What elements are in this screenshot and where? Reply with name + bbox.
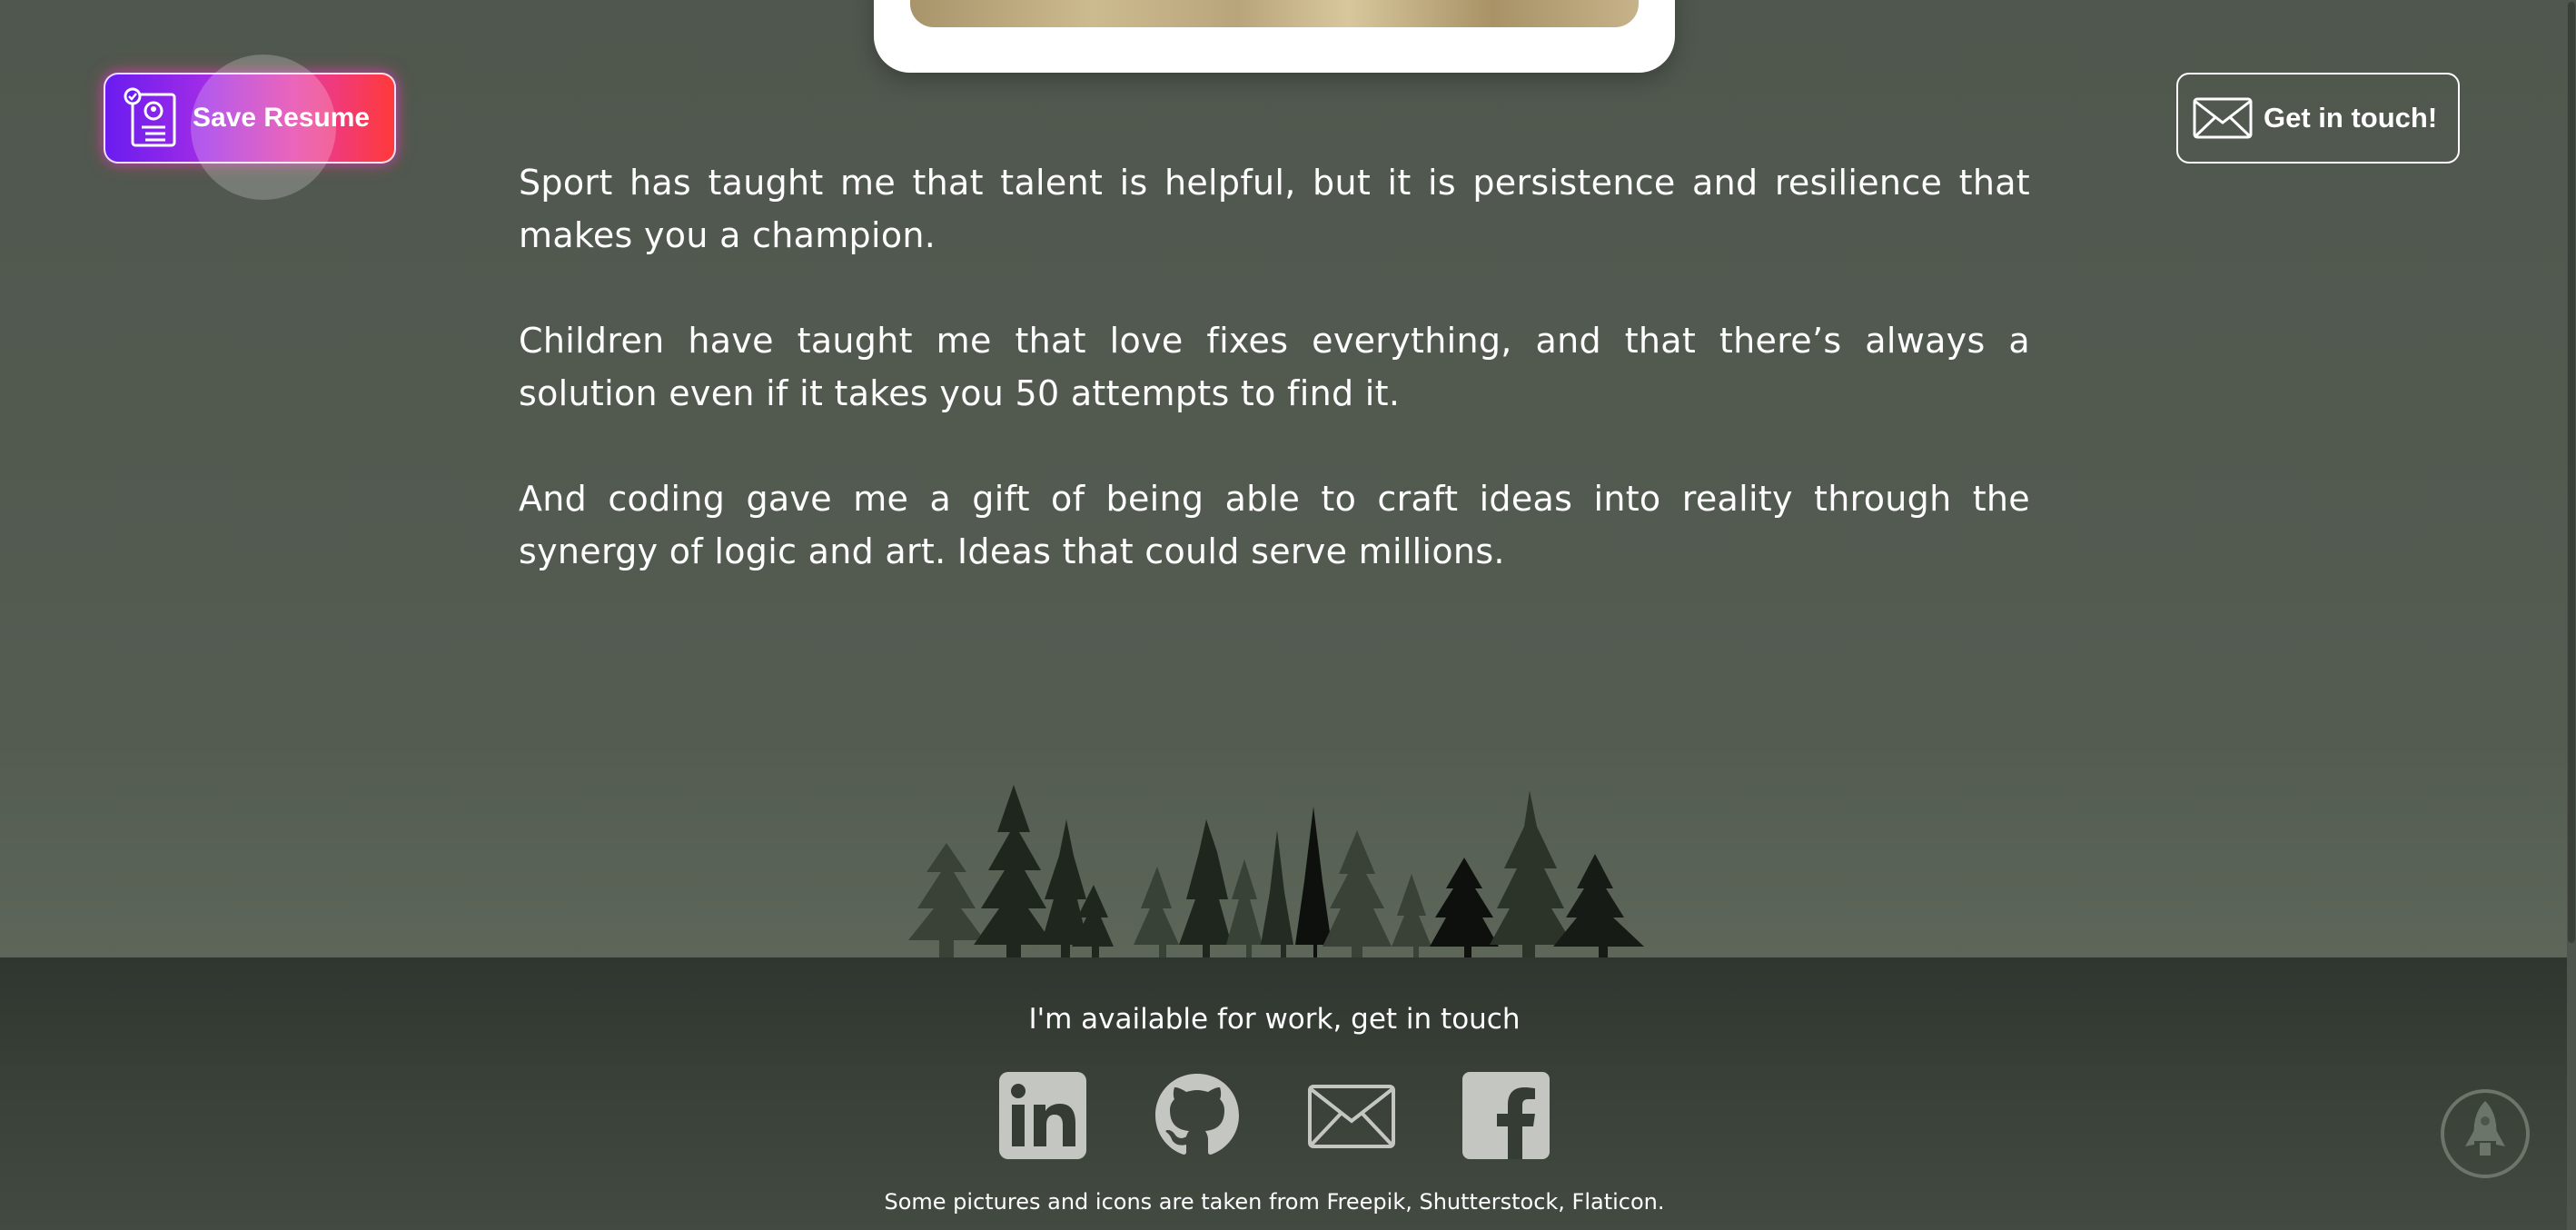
resume-icon [124,87,176,147]
paragraph-children: Children have taught me that love fixes … [519,321,2030,413]
scrollbar-thumb[interactable] [2568,2,2575,943]
save-resume-button[interactable]: Save Resume [104,55,396,200]
linkedin-icon[interactable] [999,1072,1086,1159]
mail-icon [2193,97,2253,139]
about-text: Sport has taught me that talent is helpf… [519,156,2030,630]
availability-text: I'm available for work, get in touch [1028,1003,1521,1036]
get-in-touch-label: Get in touch! [2264,102,2438,134]
paragraph-coding: And coding gave me a gift of being able … [519,479,2030,571]
footer: I'm available for work, get in touch Som… [0,957,2576,1230]
profile-photo [910,0,1639,27]
scroll-to-top-rocket-icon[interactable] [2440,1088,2531,1179]
save-resume-label: Save Resume [193,103,371,133]
paragraph-sport: Sport has taught me that talent is helpf… [519,163,2030,255]
github-icon[interactable] [1154,1072,1241,1159]
facebook-icon[interactable] [1462,1072,1550,1159]
forest-silhouette [908,785,1644,958]
mail-icon[interactable] [1308,1072,1395,1159]
profile-photo-card [874,0,1675,73]
get-in-touch-button[interactable]: Get in touch! [2176,73,2460,164]
scrollbar[interactable] [2567,0,2576,1230]
credits-text: Some pictures and icons are taken from F… [884,1189,1665,1215]
